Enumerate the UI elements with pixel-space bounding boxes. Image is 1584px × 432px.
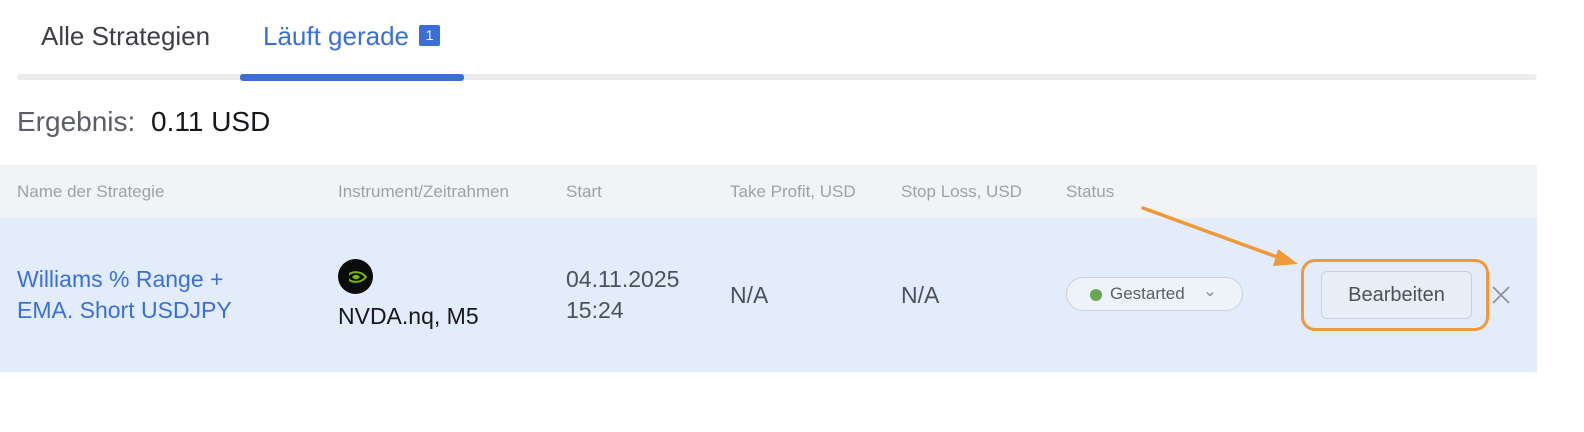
header-take-profit: Take Profit, USD xyxy=(730,182,856,201)
active-tab-indicator xyxy=(240,74,464,81)
result-label: Ergebnis: xyxy=(17,106,136,137)
start-date: 04.11.2025 xyxy=(566,266,680,292)
chevron-down-icon xyxy=(1206,291,1214,297)
result-value: 0.11 USD xyxy=(151,106,271,137)
status-dot-icon xyxy=(1090,289,1102,301)
strategy-name-link[interactable]: Williams % Range + EMA. Short USDJPY xyxy=(17,264,297,326)
status-dropdown[interactable]: Gestarted xyxy=(1066,277,1243,311)
nvidia-logo-icon xyxy=(338,259,373,294)
running-count-badge: 1 xyxy=(419,25,440,46)
start-datetime: 04.11.2025 15:24 xyxy=(566,264,679,326)
tab-running[interactable]: Läuft gerade xyxy=(263,18,409,58)
take-profit-value: N/A xyxy=(730,282,769,308)
header-start: Start xyxy=(566,182,602,201)
instrument-timeframe: NVDA.nq, M5 xyxy=(338,303,479,329)
strategy-name-line1: Williams % Range + xyxy=(17,266,224,292)
tab-all-strategies[interactable]: Alle Strategien xyxy=(41,18,210,58)
annotation-arrow-icon xyxy=(1141,206,1298,266)
header-stop-loss: Stop Loss, USD xyxy=(901,182,1022,201)
header-status: Status xyxy=(1066,182,1115,201)
edit-button[interactable]: Bearbeiten xyxy=(1321,271,1472,319)
status-text: Gestarted xyxy=(1110,284,1185,303)
header-instrument: Instrument/Zeitrahmen xyxy=(338,182,510,201)
strategies-page: Alle Strategien Läuft gerade 1 Ergebnis:… xyxy=(0,0,1584,432)
start-time: 15:24 xyxy=(566,297,624,323)
tabs-bar: Alle Strategien Läuft gerade 1 xyxy=(17,0,1537,82)
close-icon[interactable] xyxy=(1490,284,1512,306)
header-strategy-name: Name der Strategie xyxy=(17,182,165,201)
stop-loss-value: N/A xyxy=(901,282,940,308)
strategy-name-line2: EMA. Short USDJPY xyxy=(17,297,232,323)
